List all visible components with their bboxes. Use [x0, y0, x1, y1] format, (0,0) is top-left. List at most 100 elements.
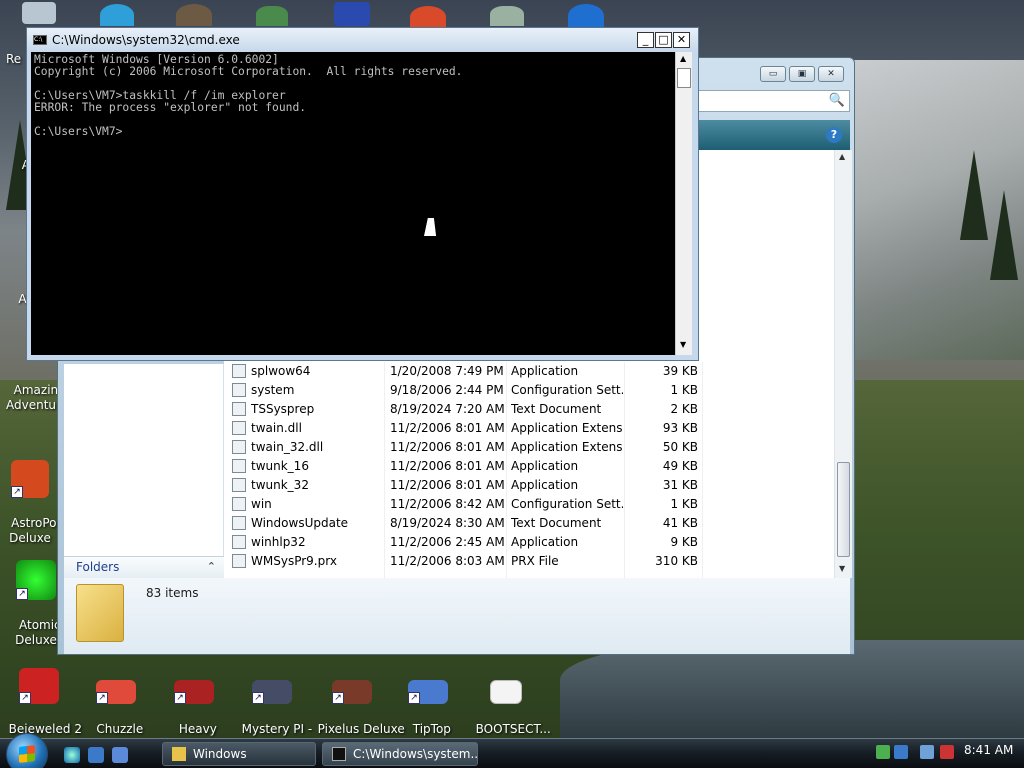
file-date: 8/19/2024 7:20 AM: [390, 402, 505, 416]
file-name: WindowsUpdate: [251, 516, 349, 530]
file-date: 11/2/2006 8:01 AM: [390, 478, 505, 492]
table-row[interactable]: twain_32.dll 11/2/2006 8:01 AM Application…: [224, 438, 836, 457]
scrollbar-thumb[interactable]: [837, 462, 850, 557]
table-row[interactable]: WMSysPr9.prx 11/2/2006 8:03 AM PRX File 310…: [224, 552, 836, 571]
search-input[interactable]: 🔍: [698, 90, 850, 112]
console-output[interactable]: Microsoft Windows [Version 6.0.6002] Cop…: [31, 52, 675, 355]
file-size: 1 KB: [670, 383, 698, 397]
desktop-icon-label: Amazin Adventu: [6, 383, 59, 412]
desktop-icon-mystery-pi[interactable]: ↗ Mystery PI - The New Yo...: [234, 650, 314, 752]
cmd-title-bar[interactable]: C:\ C:\Windows\system32\cmd.exe _ □ ✕: [27, 28, 698, 52]
internet-explorer-icon[interactable]: [64, 747, 80, 763]
cmd-close-button[interactable]: ✕: [673, 32, 690, 48]
desktop-icon-bootsect[interactable]: BOOTSECT...: [468, 650, 551, 737]
file-date: 11/2/2006 8:03 AM: [390, 554, 505, 568]
desktop-icon-top[interactable]: [334, 2, 370, 26]
desktop-icon-top[interactable]: [176, 4, 212, 26]
scroll-down-icon[interactable]: ▼: [839, 564, 845, 573]
search-icon: 🔍: [828, 93, 845, 108]
shortcut-arrow-icon: ↗: [11, 486, 23, 498]
security-icon[interactable]: [876, 745, 890, 759]
desktop-icon-bejeweled[interactable]: ↗ Bejeweled 2 Deluxe: [1, 638, 82, 752]
taskbar-button-cmd[interactable]: C:\Windows\system...: [322, 742, 478, 766]
file-icon: [232, 535, 246, 549]
file-name: twain_32.dll: [251, 440, 324, 454]
taskbar-button-windows[interactable]: Windows: [162, 742, 316, 766]
cmd-minimize-button[interactable]: _: [637, 32, 654, 48]
start-button[interactable]: [6, 733, 48, 768]
file-type: Application: [511, 459, 579, 473]
wallpaper-tree: [990, 190, 1018, 280]
file-icon: [232, 478, 246, 492]
desktop-icon-top[interactable]: [256, 6, 288, 26]
close-button[interactable]: ✕: [818, 66, 844, 82]
shortcut-arrow-icon: ↗: [332, 692, 344, 704]
file-date: 11/2/2006 2:45 AM: [390, 535, 505, 549]
file-list-scrollbar[interactable]: ▲ ▼: [834, 150, 852, 578]
folder-icon: [76, 584, 124, 642]
folder-icon: [172, 747, 186, 761]
minimize-button[interactable]: ▭: [760, 66, 786, 82]
cmd-maximize-button[interactable]: □: [655, 32, 672, 48]
internet-explorer-icon[interactable]: [568, 4, 604, 28]
table-row[interactable]: twunk_16 11/2/2006 8:01 AM Application 49 K…: [224, 457, 836, 476]
help-icon[interactable]: ?: [826, 127, 842, 143]
file-size: 39 KB: [662, 364, 698, 378]
scrollbar-thumb[interactable]: [677, 68, 691, 88]
desktop-icon-top[interactable]: [410, 6, 446, 28]
maximize-button[interactable]: ▣: [789, 66, 815, 82]
file-size: 31 KB: [662, 478, 698, 492]
desktop-icon-tiptop[interactable]: ↗ TipTop Deluxe: [390, 650, 466, 752]
scroll-down-icon[interactable]: ▼: [680, 340, 686, 349]
desktop-icon-top[interactable]: [100, 4, 134, 26]
folders-toggle[interactable]: Folders ⌃: [64, 556, 224, 578]
desktop-icon-top[interactable]: [490, 6, 524, 26]
file-size: 50 KB: [662, 440, 698, 454]
maximize-icon: □: [658, 33, 669, 46]
desktop-icon-astropop[interactable]: ↗ AstroPo Deluxe: [0, 430, 62, 546]
desktop-icon-pixelus[interactable]: ↗ Pixelus Deluxe: [310, 650, 405, 737]
details-pane: 83 items: [64, 578, 850, 654]
file-type: Application: [511, 478, 579, 492]
file-icon: [232, 497, 246, 511]
desktop-icon-heavy-weapon[interactable]: ↗ Heavy Weap...: [156, 650, 232, 752]
taskbar: Windows C:\Windows\system... 8:41 AM: [0, 733, 1024, 768]
file-date: 11/2/2006 8:42 AM: [390, 497, 505, 511]
table-row[interactable]: winhlp32 11/2/2006 2:45 AM Application 9 KB: [224, 533, 836, 552]
file-type: PRX File: [511, 554, 559, 568]
cmd-icon: C:\: [33, 35, 47, 45]
file-size: 1 KB: [670, 497, 698, 511]
desktop-icon-amazing-adventures[interactable]: Amazin Adventu: [0, 368, 60, 413]
table-row[interactable]: WindowsUpdate 8/19/2024 8:30 AM Text Docum…: [224, 514, 836, 533]
scroll-up-icon[interactable]: ▲: [839, 152, 845, 161]
wallpaper-lake: [560, 640, 1024, 740]
file-type: Application Extens...: [511, 440, 623, 454]
windows-update-icon[interactable]: [894, 745, 908, 759]
table-row[interactable]: splwow64 1/20/2008 7:49 PM Application 39 K…: [224, 362, 836, 381]
file-type: Text Document: [511, 402, 602, 416]
desktop-icon-chuzzle[interactable]: ↗ Chuzzle Deluxe: [78, 650, 154, 752]
cmd-title: C:\Windows\system32\cmd.exe: [52, 33, 240, 47]
table-row[interactable]: system 9/18/2006 2:44 PM Configuration Set…: [224, 381, 836, 400]
cmd-window[interactable]: C:\ C:\Windows\system32\cmd.exe _ □ ✕ Mi…: [26, 27, 699, 361]
desktop-icon-top[interactable]: [22, 2, 56, 24]
file-date: 1/20/2008 7:49 PM: [390, 364, 504, 378]
show-desktop-icon[interactable]: [88, 747, 104, 763]
file-size: 93 KB: [662, 421, 698, 435]
scroll-up-icon[interactable]: ▲: [680, 54, 686, 63]
table-row[interactable]: twain.dll 11/2/2006 8:01 AM Application Ex…: [224, 419, 836, 438]
maximize-icon: ▣: [797, 69, 807, 79]
clock[interactable]: 8:41 AM: [964, 743, 1013, 757]
file-icon: [232, 516, 246, 530]
table-row[interactable]: TSSysprep 8/19/2024 7:20 AM Text Document 2…: [224, 400, 836, 419]
table-row[interactable]: win 11/2/2006 8:42 AM Configuration Sett..…: [224, 495, 836, 514]
switch-windows-icon[interactable]: [112, 747, 128, 763]
network-icon[interactable]: [920, 745, 934, 759]
bejeweled-icon: ↗: [19, 668, 59, 704]
file-name: win: [251, 497, 272, 511]
console-scrollbar[interactable]: ▲ ▼: [675, 52, 692, 355]
file-type: Configuration Sett...: [511, 497, 623, 511]
shortcut-arrow-icon: ↗: [16, 588, 28, 600]
table-row[interactable]: twunk_32 11/2/2006 8:01 AM Application 31 K…: [224, 476, 836, 495]
volume-muted-icon[interactable]: [940, 745, 954, 759]
